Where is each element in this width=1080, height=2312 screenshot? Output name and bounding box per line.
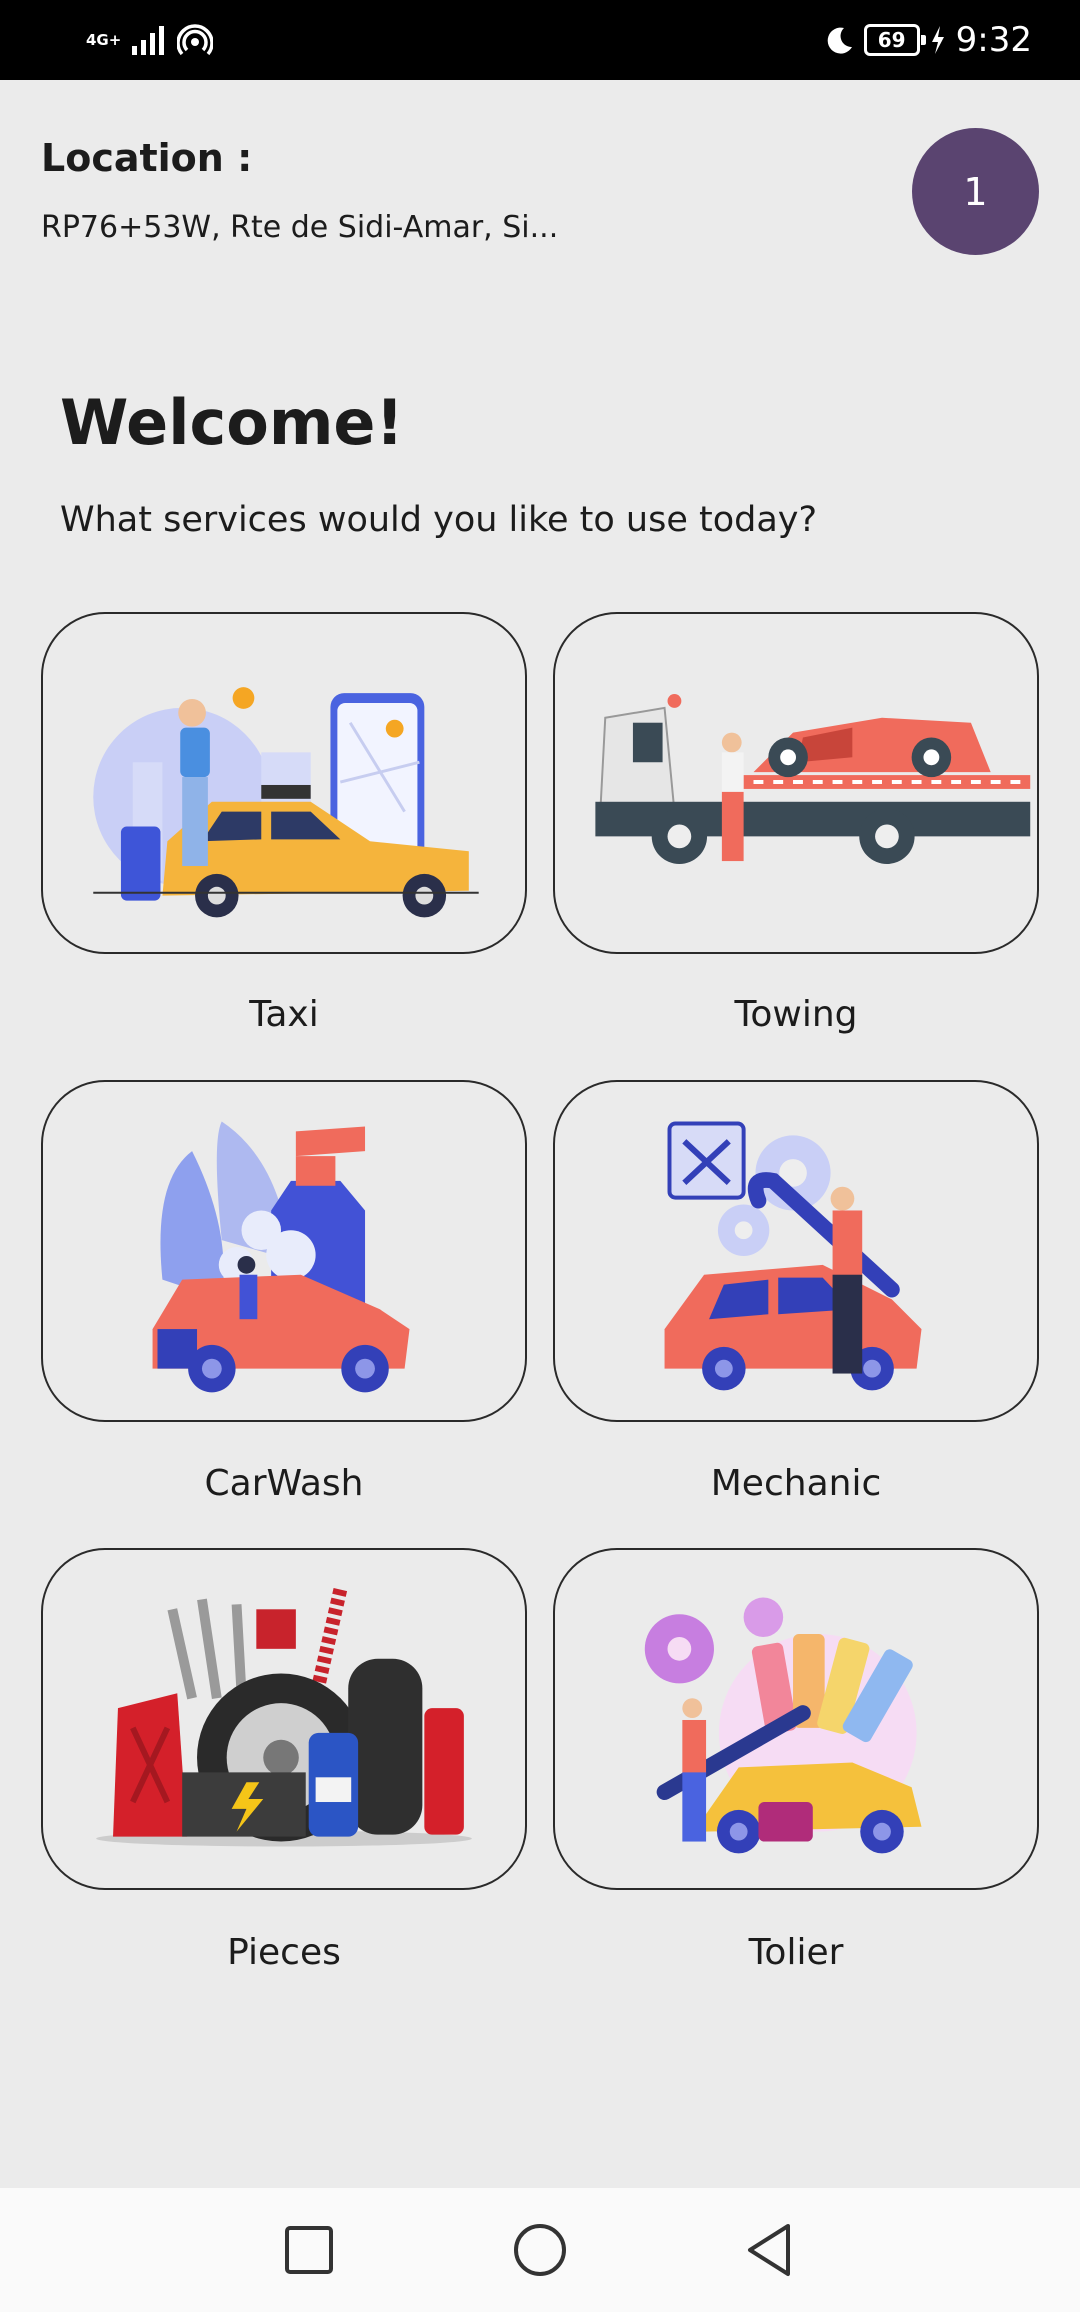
welcome-title: Welcome! bbox=[60, 386, 404, 459]
navigation-bar bbox=[0, 2188, 1080, 2312]
battery-icon: 69 bbox=[863, 24, 926, 56]
towing-illustration bbox=[595, 694, 1031, 865]
hotspot-icon bbox=[177, 24, 214, 56]
service-card-pieces[interactable] bbox=[41, 1548, 527, 1890]
status-left: 4G+ bbox=[86, 18, 214, 62]
service-label-pieces: Pieces bbox=[227, 1932, 341, 1973]
service-card-mechanic[interactable] bbox=[553, 1080, 1039, 1422]
status-bar: 4G+ 69 9:32 bbox=[0, 0, 1080, 80]
service-card-towing[interactable] bbox=[553, 612, 1039, 954]
signal-icon bbox=[132, 26, 165, 55]
network-type: 4G+ bbox=[86, 30, 122, 49]
service-card-taxi[interactable] bbox=[41, 612, 527, 954]
taxi-illustration bbox=[93, 687, 479, 918]
service-card-carwash[interactable] bbox=[41, 1080, 527, 1422]
location-title: Location : bbox=[41, 136, 253, 180]
location-value[interactable]: RP76+53W, Rte de Sidi-Amar, Si... bbox=[41, 210, 561, 245]
service-label-taxi: Taxi bbox=[249, 994, 319, 1035]
service-label-carwash: CarWash bbox=[204, 1463, 364, 1504]
welcome-subtitle: What services would you like to use toda… bbox=[60, 500, 818, 540]
bodywork-illustration bbox=[644, 1597, 922, 1854]
parts-illustration bbox=[96, 1587, 472, 1847]
moon-icon bbox=[827, 27, 852, 54]
back-icon[interactable] bbox=[738, 2218, 802, 2282]
home-icon[interactable] bbox=[508, 2218, 572, 2282]
clock: 9:32 bbox=[955, 20, 1032, 60]
service-label-tolier: Tolier bbox=[748, 1932, 844, 1973]
service-label-towing: Towing bbox=[734, 994, 858, 1035]
mechanic-illustration bbox=[664, 1121, 922, 1391]
carwash-illustration bbox=[152, 1121, 410, 1393]
service-card-tolier[interactable] bbox=[553, 1548, 1039, 1890]
recent-apps-icon[interactable] bbox=[277, 2218, 341, 2282]
service-label-mechanic: Mechanic bbox=[710, 1463, 882, 1504]
notification-badge[interactable]: 1 bbox=[912, 128, 1039, 255]
charging-icon bbox=[931, 26, 944, 54]
status-right: 69 9:32 bbox=[824, 14, 1032, 66]
